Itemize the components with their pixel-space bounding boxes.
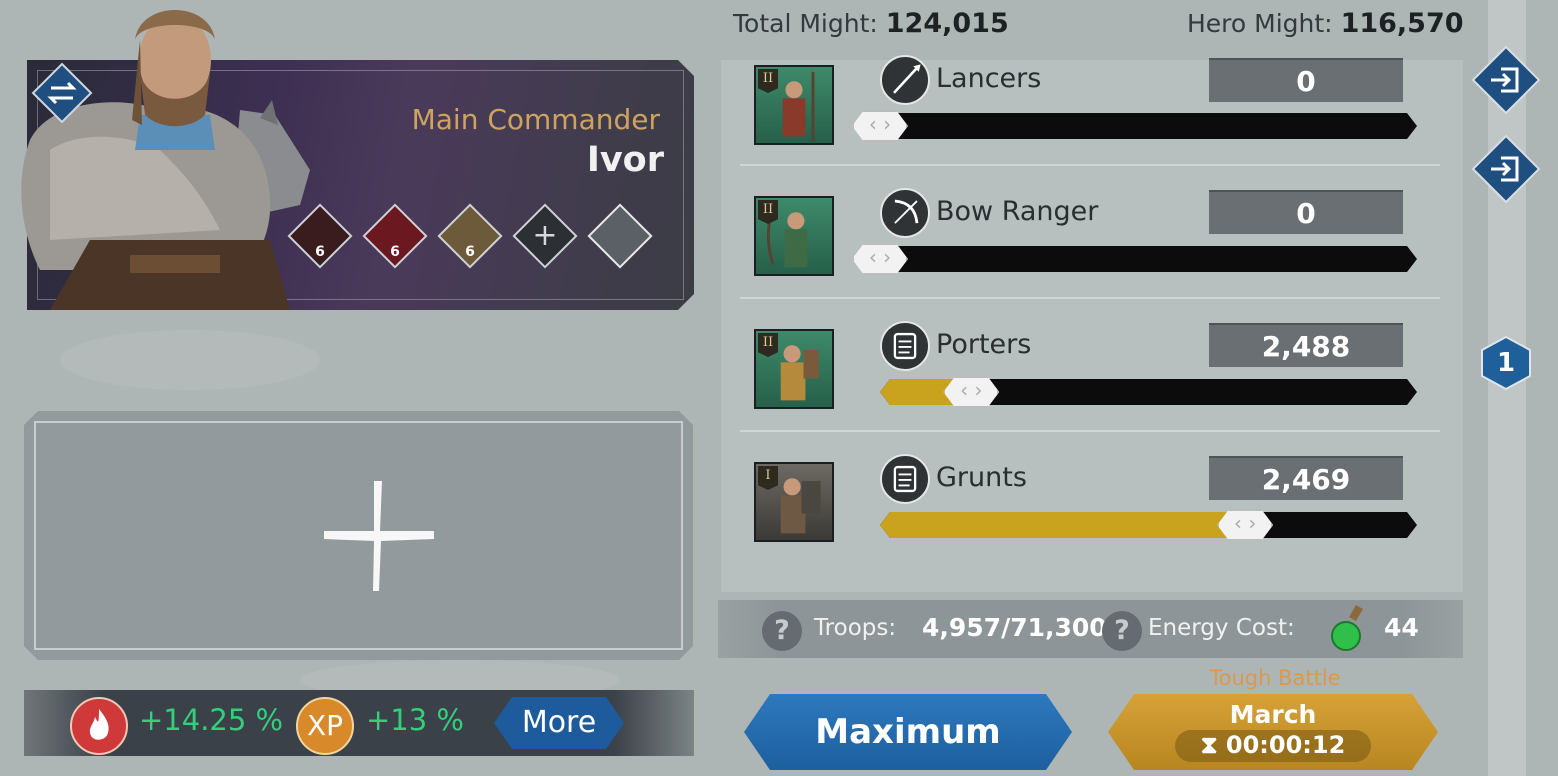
fire-buff-value: +14.25 % (139, 703, 284, 737)
troops-value: 4,957/71,300 (922, 613, 1107, 642)
bow-icon (880, 188, 930, 238)
march-timer-value: 00:00:12 (1225, 731, 1346, 759)
add-deputy-commander-slot[interactable] (24, 411, 693, 660)
skill-level: 6 (390, 244, 400, 260)
add-icon (324, 481, 434, 591)
xp-buff-value: +13 % (366, 703, 464, 737)
troop-name-porters: Porters (936, 329, 1032, 360)
spear-icon (880, 55, 930, 105)
troop-slider-thumb-grunts[interactable] (1217, 509, 1273, 541)
grunts-portrait[interactable]: I (754, 462, 834, 542)
hourglass-icon: ⧗ (1200, 731, 1218, 759)
troop-name-bow-ranger: Bow Ranger (936, 196, 1099, 227)
add-skill-slot[interactable]: + (512, 203, 578, 269)
troop-slider-thumb-bow-ranger[interactable] (852, 243, 908, 275)
bow-ranger-portrait[interactable]: II (754, 196, 834, 276)
skill-slot-3[interactable]: 6 (437, 203, 503, 269)
skill-slot-1[interactable]: 6 (287, 203, 353, 269)
xp-buff-icon: XP (296, 697, 354, 755)
troop-count-input-bow-ranger[interactable]: 0 (1209, 190, 1403, 234)
row-divider (740, 164, 1440, 166)
commander-portrait[interactable] (10, 0, 330, 310)
troops-help-icon[interactable]: ? (762, 611, 802, 651)
hero-might: Hero Might: 116,570 (1187, 8, 1464, 39)
energy-cost-label: Energy Cost: (1148, 615, 1295, 641)
scroll-icon (880, 454, 930, 504)
total-might: Total Might: 124,015 (733, 8, 1009, 39)
march-timer: ⧗ 00:00:12 (1175, 731, 1371, 759)
maximum-button[interactable]: Maximum (744, 694, 1072, 770)
skill-slot-5[interactable] (587, 203, 653, 269)
queue-exit-button-2[interactable] (1471, 134, 1541, 204)
hero-might-value: 116,570 (1340, 8, 1464, 39)
total-might-label: Total Might: (733, 9, 878, 38)
troop-name-lancers: Lancers (936, 63, 1042, 94)
row-divider (740, 430, 1440, 432)
troops-label: Troops: (814, 615, 897, 641)
tier-badge: II (758, 333, 778, 357)
commander-role: Main Commander (411, 103, 660, 136)
swap-commander-button[interactable] (31, 62, 93, 124)
commander-name: Ivor (586, 140, 664, 180)
tier-badge: II (758, 200, 778, 224)
troop-slider-thumb-lancers[interactable] (852, 110, 908, 142)
scroll-icon (880, 321, 930, 371)
troop-slider-thumb-porters[interactable] (943, 376, 999, 408)
lancers-portrait[interactable]: II (754, 65, 834, 145)
skill-level: 6 (315, 244, 325, 260)
row-divider (740, 297, 1440, 299)
tier-badge: II (758, 69, 778, 93)
march-label: March (1229, 700, 1317, 729)
queue-number: 1 (1496, 348, 1516, 378)
total-might-value: 124,015 (885, 8, 1009, 39)
more-buffs-button[interactable]: More (494, 697, 624, 749)
energy-cost-value: 44 (1384, 613, 1419, 642)
tier-badge: I (758, 466, 778, 490)
troop-name-grunts: Grunts (936, 462, 1027, 493)
hero-might-label: Hero Might: (1187, 9, 1333, 38)
troop-slider-track-bow-ranger[interactable] (880, 246, 1417, 272)
plus-icon: + (532, 218, 558, 253)
energy-potion-icon (1331, 604, 1363, 651)
troop-count-input-lancers[interactable]: 0 (1209, 58, 1403, 102)
background-stain (60, 330, 320, 390)
troop-slider-track-lancers[interactable] (880, 113, 1417, 139)
troop-count-input-grunts[interactable]: 2,469 (1209, 456, 1403, 500)
queue-exit-button-1[interactable] (1471, 45, 1541, 115)
skill-level: 6 (465, 244, 475, 260)
troop-slider-fill-grunts (880, 512, 1246, 538)
energy-help-icon[interactable]: ? (1102, 611, 1142, 651)
battle-difficulty-label: Tough Battle (1209, 666, 1341, 690)
porters-portrait[interactable]: II (754, 329, 834, 409)
gray-wolf-skill-icon (587, 203, 653, 269)
fire-buff-icon (70, 697, 128, 755)
skill-slot-2[interactable]: 6 (362, 203, 428, 269)
troop-count-input-porters[interactable]: 2,488 (1209, 323, 1403, 367)
